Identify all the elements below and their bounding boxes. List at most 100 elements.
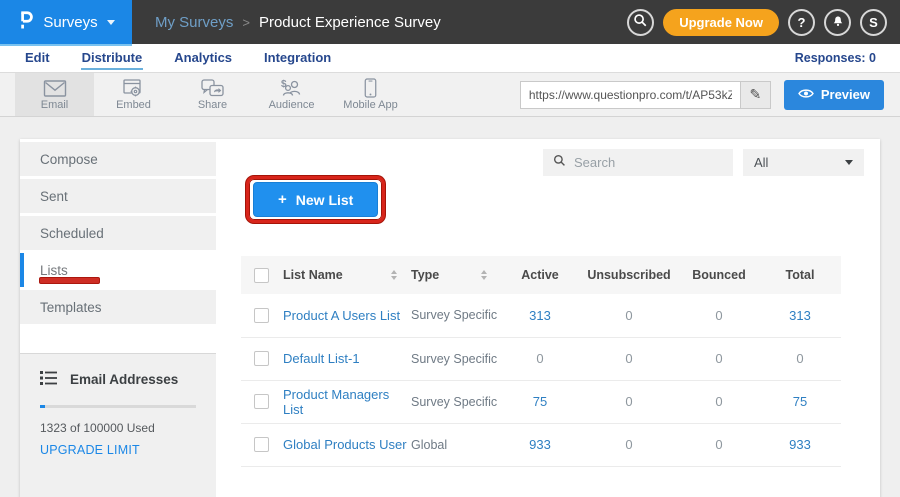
email-usage-fill xyxy=(40,405,45,408)
survey-url-group: ✎ xyxy=(520,81,771,109)
channel-email[interactable]: Email xyxy=(15,73,94,116)
search-button[interactable] xyxy=(627,9,654,36)
unsubscribed-count: 0 xyxy=(579,380,679,423)
sort-icon xyxy=(391,270,397,280)
user-avatar[interactable]: S xyxy=(860,9,887,36)
row-checkbox[interactable] xyxy=(254,394,269,409)
column-label: Type xyxy=(411,268,439,282)
table-header-row: List Name Type Active Unsubscribed Bounc… xyxy=(241,256,841,294)
search-filter-row: All xyxy=(543,149,864,176)
annotation-highlight-new-list: + New List xyxy=(246,176,385,223)
list-type: Global xyxy=(411,423,501,466)
list-type: Survey Specific xyxy=(411,380,501,423)
total-count[interactable]: 933 xyxy=(759,423,841,466)
bounced-count: 0 xyxy=(679,294,759,337)
list-name-link[interactable]: Product A Users List xyxy=(283,294,411,337)
new-list-button[interactable]: + New List xyxy=(253,182,378,217)
active-count[interactable]: 75 xyxy=(501,380,579,423)
channel-audience[interactable]: $ Audience xyxy=(252,73,331,116)
total-count[interactable]: 313 xyxy=(759,294,841,337)
column-header-unsubscribed: Unsubscribed xyxy=(579,256,679,294)
tab-distribute[interactable]: Distribute xyxy=(81,47,144,70)
sidebar-item-lists[interactable]: Lists xyxy=(20,253,216,287)
active-count: 0 xyxy=(501,337,579,380)
upgrade-now-button[interactable]: Upgrade Now xyxy=(663,9,779,36)
notifications-button[interactable] xyxy=(824,9,851,36)
tab-analytics[interactable]: Analytics xyxy=(173,47,233,70)
bell-icon xyxy=(831,13,845,31)
channel-label: Share xyxy=(198,99,227,111)
preview-button[interactable]: Preview xyxy=(784,80,884,110)
email-addresses-header: Email Addresses xyxy=(40,371,196,388)
tab-integration[interactable]: Integration xyxy=(263,47,332,70)
unsubscribed-count: 0 xyxy=(579,423,679,466)
preview-label: Preview xyxy=(821,87,870,102)
pencil-icon: ✎ xyxy=(749,86,761,103)
sidebar-item-label: Lists xyxy=(40,263,68,278)
row-checkbox[interactable] xyxy=(254,351,269,366)
sidebar-item-templates[interactable]: Templates xyxy=(20,290,216,324)
select-all-checkbox[interactable] xyxy=(254,268,269,283)
bounced-count: 0 xyxy=(679,423,759,466)
channel-label: Email xyxy=(41,99,69,111)
active-count[interactable]: 933 xyxy=(501,423,579,466)
bounced-count: 0 xyxy=(679,380,759,423)
questionpro-logo-icon xyxy=(17,9,34,36)
survey-url-input[interactable] xyxy=(520,81,740,109)
total-count[interactable]: 75 xyxy=(759,380,841,423)
page-background: Compose Sent Scheduled Lists Templates E… xyxy=(0,117,900,497)
sidebar-item-sent[interactable]: Sent xyxy=(20,179,216,213)
sidebar-item-compose[interactable]: Compose xyxy=(20,142,216,176)
table-row: Global Products User Global 933 0 0 933 xyxy=(241,423,841,466)
surveys-menu-label: Surveys xyxy=(43,14,97,31)
embed-icon xyxy=(123,79,145,98)
surveys-product-menu[interactable]: Surveys xyxy=(0,0,132,44)
search-icon xyxy=(553,154,566,172)
row-checkbox[interactable] xyxy=(254,308,269,323)
column-header-type[interactable]: Type xyxy=(411,256,501,294)
email-usage-progressbar xyxy=(40,405,196,408)
breadcrumb-my-surveys[interactable]: My Surveys xyxy=(155,14,233,31)
list-name-link[interactable]: Global Products User xyxy=(283,423,411,466)
tab-edit[interactable]: Edit xyxy=(24,47,51,70)
column-header-list-name[interactable]: List Name xyxy=(283,256,411,294)
mobile-app-icon xyxy=(364,78,377,98)
channel-embed[interactable]: Embed xyxy=(94,73,173,116)
plus-icon: + xyxy=(278,191,287,208)
table-row: Product Managers List Survey Specific 75… xyxy=(241,380,841,423)
channel-label: Mobile App xyxy=(343,99,397,111)
edit-url-button[interactable]: ✎ xyxy=(740,81,771,109)
share-icon xyxy=(201,79,224,98)
unsubscribed-count: 0 xyxy=(579,337,679,380)
sort-icon xyxy=(481,270,487,280)
responses-count: Responses: 0 xyxy=(795,51,876,65)
email-usage-text: 1323 of 100000 Used xyxy=(40,421,196,435)
channel-mobile-app[interactable]: Mobile App xyxy=(331,73,410,116)
channel-share[interactable]: Share xyxy=(173,73,252,116)
list-name-link[interactable]: Product Managers List xyxy=(283,380,411,423)
active-count[interactable]: 313 xyxy=(501,294,579,337)
total-count: 0 xyxy=(759,337,841,380)
search-icon xyxy=(633,13,648,31)
upgrade-limit-link[interactable]: UPGRADE LIMIT xyxy=(40,443,196,457)
audience-icon: $ xyxy=(280,78,303,98)
column-header-total: Total xyxy=(759,256,841,294)
header-breadcrumb-area: My Surveys > Product Experience Survey U… xyxy=(132,0,900,44)
search-box xyxy=(543,149,733,176)
help-button[interactable]: ? xyxy=(788,9,815,36)
row-checkbox[interactable] xyxy=(254,437,269,452)
avatar-initial: S xyxy=(869,15,878,30)
list-name-link[interactable]: Default List-1 xyxy=(283,337,411,380)
lists-card: Compose Sent Scheduled Lists Templates E… xyxy=(20,139,880,497)
channel-label: Audience xyxy=(269,99,315,111)
column-header-bounced: Bounced xyxy=(679,256,759,294)
email-addresses-icon xyxy=(40,371,57,388)
list-filter-dropdown[interactable]: All xyxy=(743,149,864,176)
annotation-underline-lists xyxy=(40,278,99,283)
survey-tabbar: Edit Distribute Analytics Integration Re… xyxy=(0,44,900,72)
email-addresses-title: Email Addresses xyxy=(70,372,178,387)
filter-selected-value: All xyxy=(754,155,768,170)
sidebar-item-scheduled[interactable]: Scheduled xyxy=(20,216,216,250)
search-input[interactable] xyxy=(574,155,723,170)
table-row: Default List-1 Survey Specific 0 0 0 0 xyxy=(241,337,841,380)
